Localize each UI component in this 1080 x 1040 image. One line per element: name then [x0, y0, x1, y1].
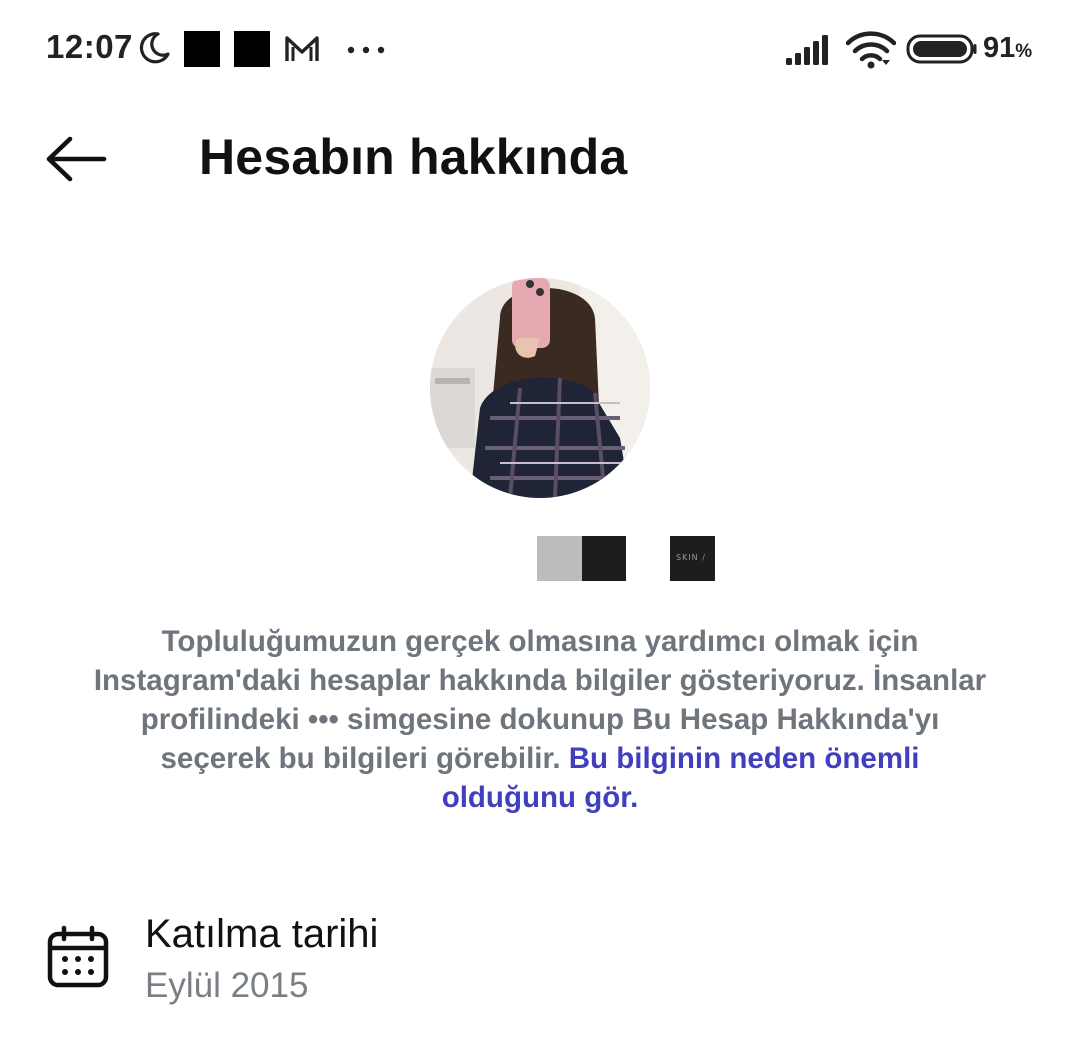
redacted-block	[582, 536, 626, 581]
joined-label: Katılma tarihi	[145, 912, 379, 956]
wifi-icon	[845, 30, 897, 75]
mail-icon	[284, 34, 320, 69]
info-paragraph: Topluluğumuzun gerçek olmasına yardımcı …	[90, 622, 990, 817]
calendar-icon	[46, 925, 110, 994]
joined-date-row: Katılma tarihi Eylül 2015	[0, 900, 1080, 1020]
notification-icon	[184, 31, 220, 67]
back-button[interactable]	[38, 128, 118, 192]
joined-value: Eylül 2015	[145, 966, 309, 1005]
moon-icon	[136, 30, 172, 71]
page-title: Hesabın hakkında	[199, 129, 628, 185]
avatar	[430, 278, 650, 498]
redacted-block: SKIN /	[670, 536, 715, 581]
arrow-left-icon	[38, 136, 118, 196]
status-bar: 12:07 91%	[0, 0, 1080, 100]
more-dots-icon	[346, 42, 386, 60]
signal-icon	[785, 34, 833, 71]
notification-icon	[234, 31, 270, 67]
battery-percentage: 91%	[983, 32, 1033, 64]
status-time: 12:07	[46, 28, 133, 65]
redacted-block	[537, 536, 582, 581]
battery-icon	[906, 34, 978, 69]
